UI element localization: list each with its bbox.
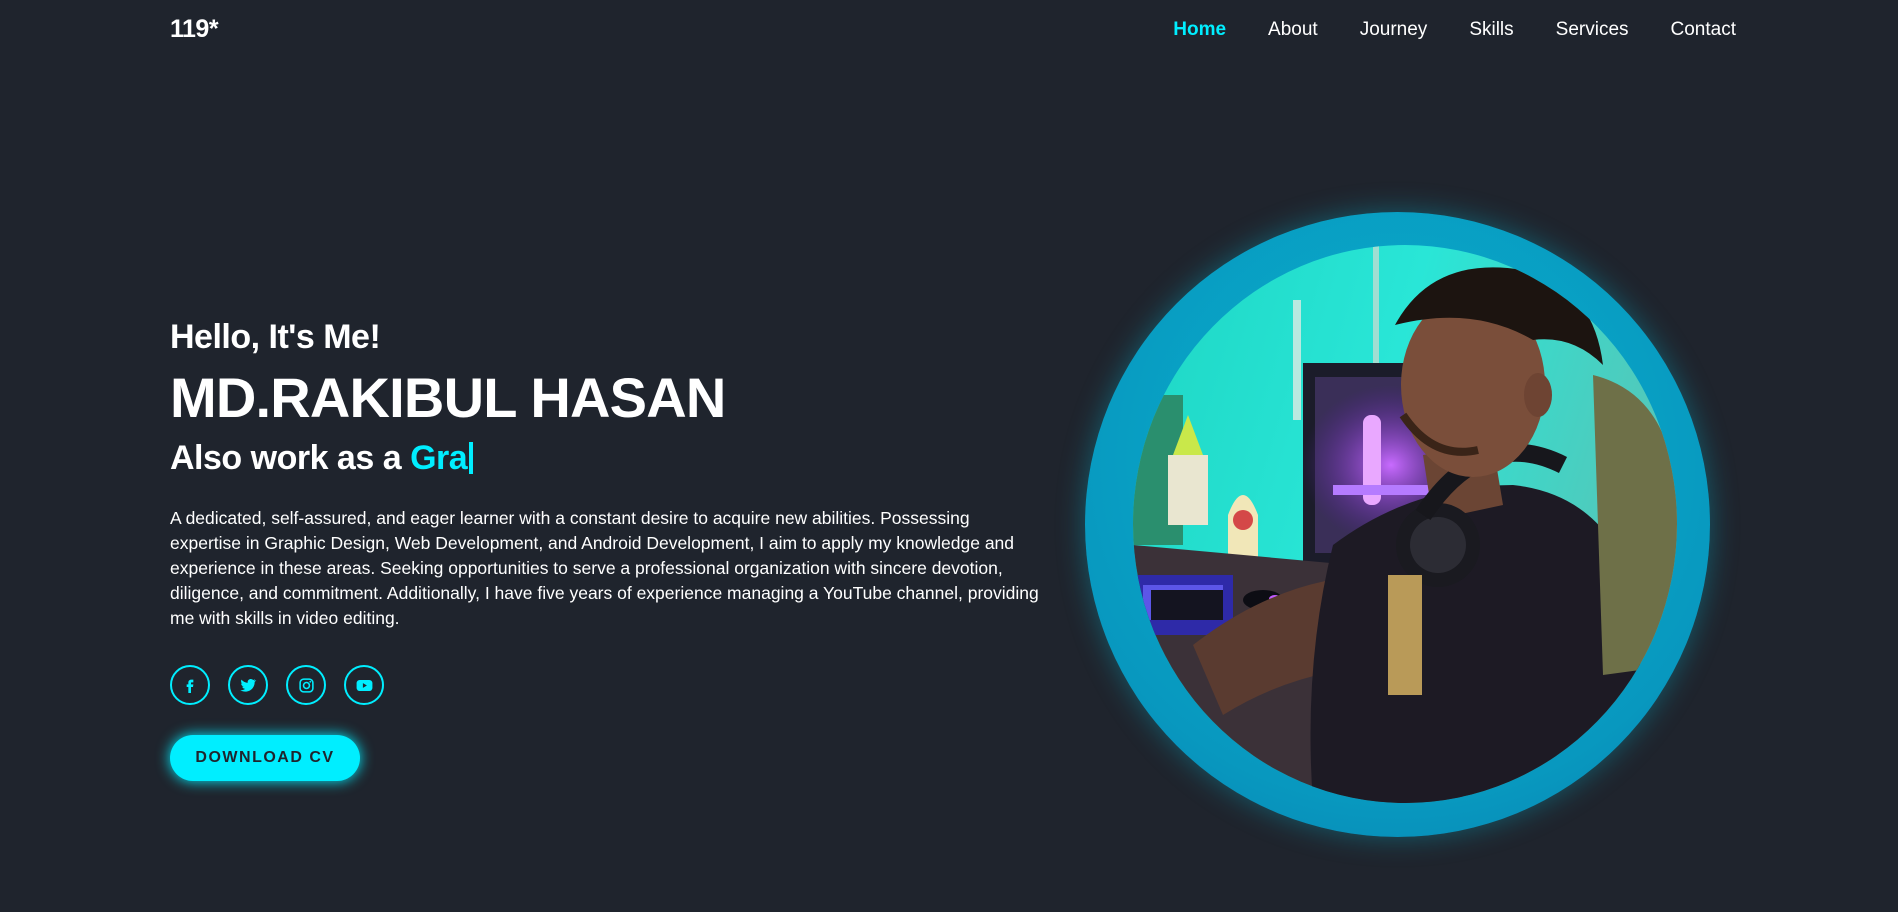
- nav-home[interactable]: Home: [1173, 19, 1226, 41]
- nav-about[interactable]: About: [1268, 19, 1318, 41]
- facebook-link[interactable]: [170, 665, 210, 705]
- youtube-link[interactable]: [344, 665, 384, 705]
- twitter-icon: [240, 679, 257, 692]
- site-header: 119* Home About Journey Skills Services …: [0, 0, 1898, 62]
- nav-skills[interactable]: Skills: [1469, 19, 1513, 41]
- site-logo[interactable]: 119*: [170, 15, 219, 44]
- nav-journey[interactable]: Journey: [1360, 19, 1428, 41]
- youtube-icon: [356, 679, 372, 691]
- instagram-icon: [298, 677, 314, 693]
- profile-photo-illustration: [1133, 245, 1677, 803]
- bio-paragraph: A dedicated, self-assured, and eager lea…: [170, 508, 1039, 628]
- twitter-link[interactable]: [228, 665, 268, 705]
- nav-contact[interactable]: Contact: [1671, 19, 1736, 41]
- hero-section: Hello, It's Me! MD.RAKIBUL HASAN Also wo…: [170, 316, 1050, 781]
- profile-photo: [1133, 245, 1677, 803]
- greeting-heading: Hello, It's Me!: [170, 318, 381, 356]
- instagram-link[interactable]: [286, 665, 326, 705]
- name-heading: MD.RAKIBUL HASAN: [170, 366, 726, 429]
- role-prefix: Also work as a: [170, 439, 402, 477]
- download-cv-button[interactable]: DOWNLOAD CV: [170, 735, 360, 781]
- main-nav: Home About Journey Skills Services Conta…: [1173, 19, 1736, 41]
- typing-caret: [469, 442, 474, 474]
- role-typed-text: Gra: [410, 439, 468, 477]
- social-links: [170, 665, 1050, 705]
- role-heading: Also work as a Gra: [170, 436, 1050, 480]
- nav-services[interactable]: Services: [1556, 19, 1629, 41]
- facebook-icon: [186, 679, 194, 693]
